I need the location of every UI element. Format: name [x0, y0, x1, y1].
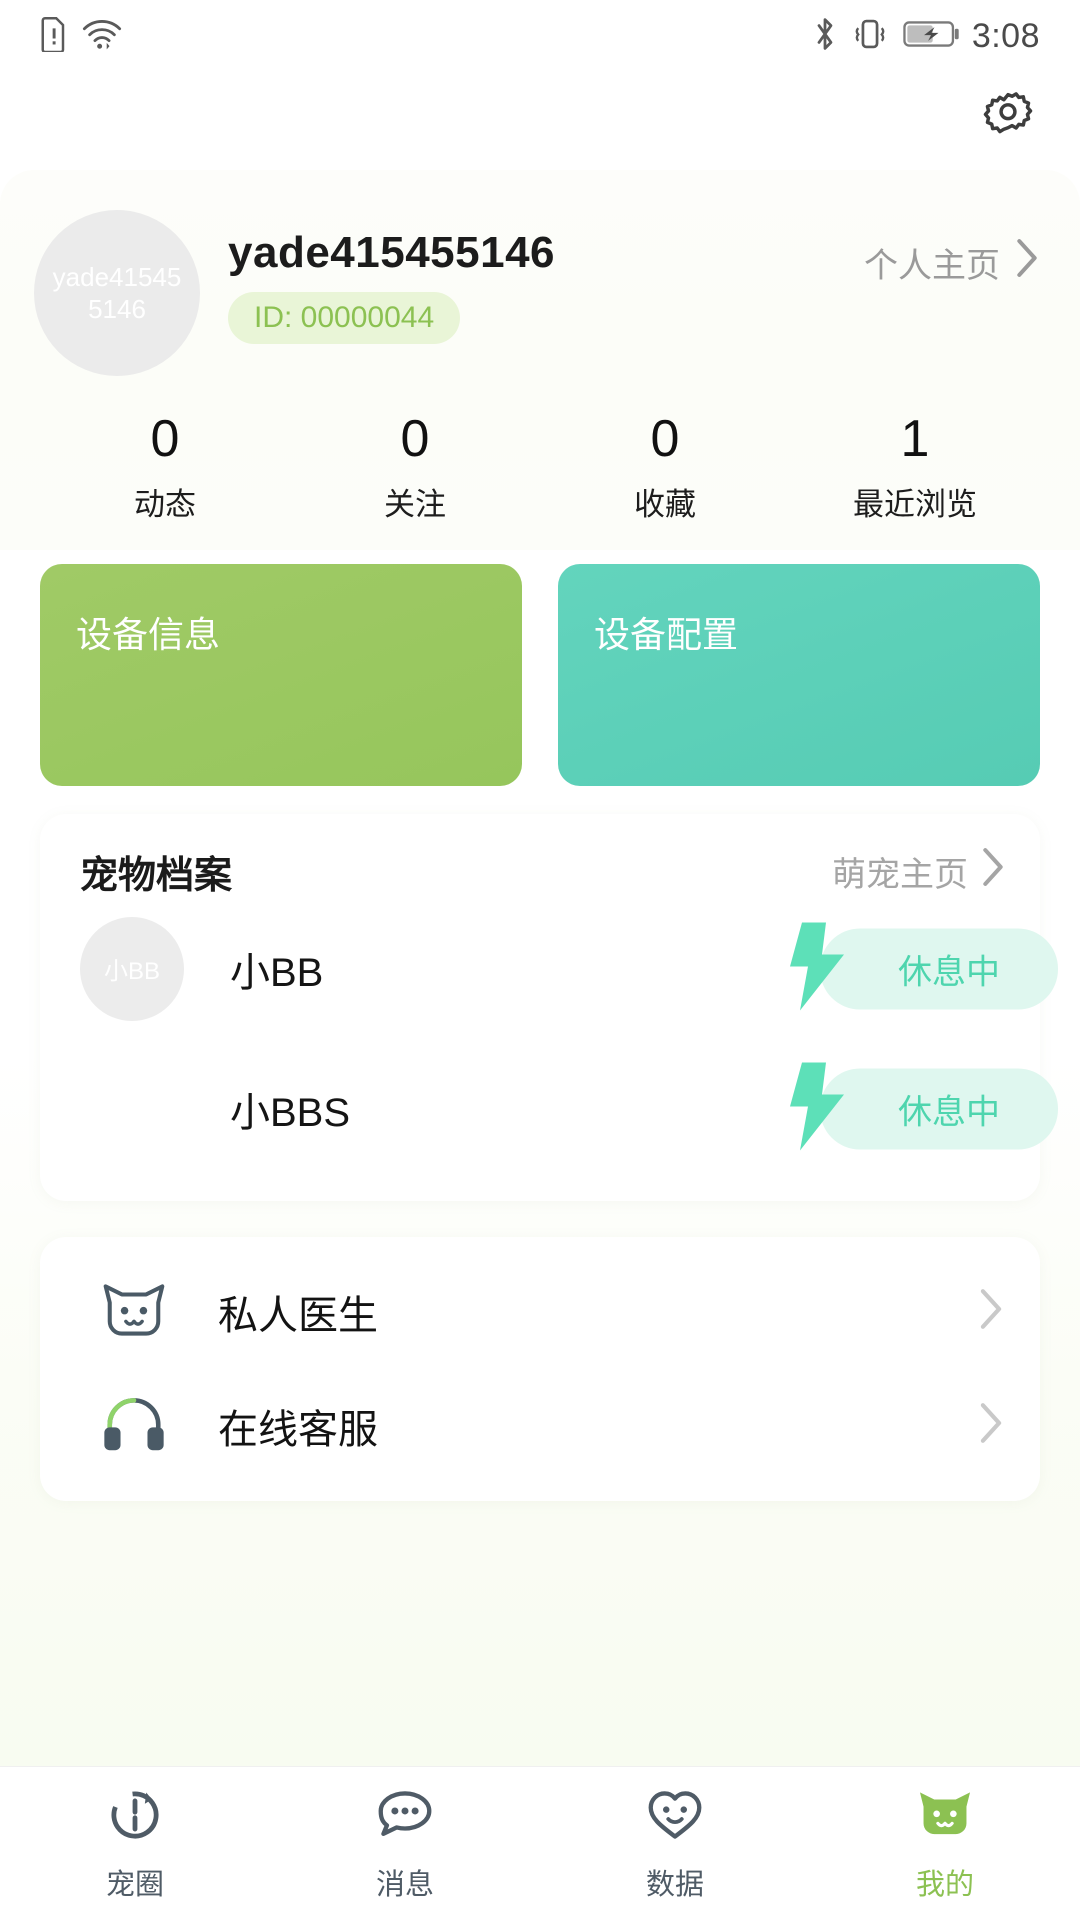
profile-card: yade415455146 yade415455146 ID: 00000044…: [0, 170, 1080, 550]
nav-label: 宠圈: [105, 1869, 164, 1901]
battery-charging-icon: [903, 19, 959, 54]
gear-icon: [976, 86, 1040, 155]
sim-alert-icon: [40, 16, 68, 57]
chevron-right-icon: [978, 1288, 1004, 1335]
pet-profile-card: 宠物档案 萌宠主页 小BB 小BB 休息中 小BBS 休息中: [40, 813, 1058, 1201]
pet-home-label: 萌宠主页: [832, 855, 968, 894]
nav-item-mine[interactable]: 我的: [810, 1784, 1080, 1903]
stat-item-guanzhu[interactable]: 0 关注: [290, 412, 540, 524]
pet-avatar: 小BB: [80, 916, 184, 1021]
chevron-right-icon: [980, 847, 1006, 896]
username: yade415455146: [228, 228, 556, 277]
service-row-support[interactable]: 在线客服: [40, 1369, 1040, 1483]
profile-info: yade415455146 ID: 00000044: [228, 204, 555, 344]
stat-item-recent[interactable]: 1 最近浏览: [790, 412, 1040, 524]
stat-item-shoucang[interactable]: 0 收藏: [540, 412, 790, 524]
refresh-circle-icon: [104, 1784, 166, 1851]
stat-label: 关注: [384, 486, 446, 522]
app-top-bar: [0, 72, 1080, 170]
stat-value: 1: [900, 410, 930, 468]
status-bar: 3:08: [0, 0, 1080, 72]
chevron-right-icon: [1014, 238, 1040, 287]
device-tiles: 设备信息 设备配置: [0, 550, 1080, 786]
nav-label: 消息: [375, 1869, 434, 1901]
stat-item-dongtai[interactable]: 0 动态: [40, 412, 290, 524]
pet-name: 小BBS: [230, 1090, 351, 1135]
service-label: 私人医生: [218, 1293, 378, 1338]
chevron-right-icon: [978, 1402, 1004, 1449]
nav-item-messages[interactable]: 消息: [270, 1784, 540, 1903]
services-card: 私人医生 在线客服: [40, 1236, 1040, 1501]
pet-list-item[interactable]: 小BB 小BB 休息中: [40, 899, 1058, 1039]
headset-icon: [96, 1395, 172, 1457]
cat-face-icon: [96, 1281, 172, 1343]
pet-home-link[interactable]: 萌宠主页: [832, 847, 1006, 896]
lightning-bolt-icon: [774, 1058, 866, 1159]
pet-list-item[interactable]: 小BBS 休息中: [40, 1039, 1058, 1179]
nav-label: 数据: [645, 1869, 704, 1901]
service-row-doctor[interactable]: 私人医生: [40, 1255, 1040, 1369]
chat-bubble-icon: [374, 1784, 436, 1851]
device-config-tile[interactable]: 设备配置: [558, 563, 1040, 786]
cat-face-filled-icon: [914, 1784, 976, 1851]
nav-item-data[interactable]: 数据: [540, 1784, 810, 1903]
status-bar-clock: 3:08: [971, 16, 1040, 55]
pet-avatar: [80, 1057, 184, 1161]
status-bar-right: 3:08: [813, 16, 1040, 57]
stat-label: 最近浏览: [853, 486, 977, 522]
nav-label: 我的: [915, 1869, 974, 1901]
user-id-badge: ID: 00000044: [228, 292, 461, 344]
stats-row: 0 动态 0 关注 0 收藏 1 最近浏览: [40, 412, 1040, 524]
stat-value: 0: [150, 410, 180, 468]
avatar[interactable]: yade415455146: [34, 210, 200, 376]
pet-name: 小BB: [230, 950, 324, 995]
service-label: 在线客服: [218, 1407, 378, 1452]
lightning-bolt-icon: [774, 918, 866, 1019]
personal-home-link[interactable]: 个人主页: [864, 238, 1040, 287]
heart-face-icon: [644, 1784, 706, 1851]
nav-item-pet-circle[interactable]: 宠圈: [0, 1784, 270, 1903]
profile-header: yade415455146 yade415455146 ID: 00000044…: [34, 204, 1040, 376]
wifi-icon: [82, 16, 122, 57]
device-info-tile[interactable]: 设备信息: [40, 563, 522, 786]
stat-label: 动态: [134, 486, 196, 522]
personal-home-label: 个人主页: [864, 247, 1000, 285]
vibrate-icon: [850, 17, 890, 56]
status-bar-left: [40, 16, 122, 57]
pet-status-badge: 休息中: [774, 918, 1058, 1019]
device-config-label: 设备配置: [594, 613, 739, 655]
stat-value: 0: [400, 410, 430, 468]
pet-status-badge: 休息中: [774, 1058, 1058, 1159]
stat-label: 收藏: [634, 486, 696, 522]
device-info-label: 设备信息: [76, 613, 221, 655]
bluetooth-icon: [813, 16, 837, 57]
pet-profile-title: 宠物档案: [80, 854, 233, 897]
settings-button[interactable]: [972, 84, 1044, 156]
pet-profile-header: 宠物档案 萌宠主页: [40, 844, 1040, 899]
bottom-navigation: 宠圈 消息 数据 我的: [0, 1766, 1080, 1920]
stat-value: 0: [650, 410, 680, 468]
